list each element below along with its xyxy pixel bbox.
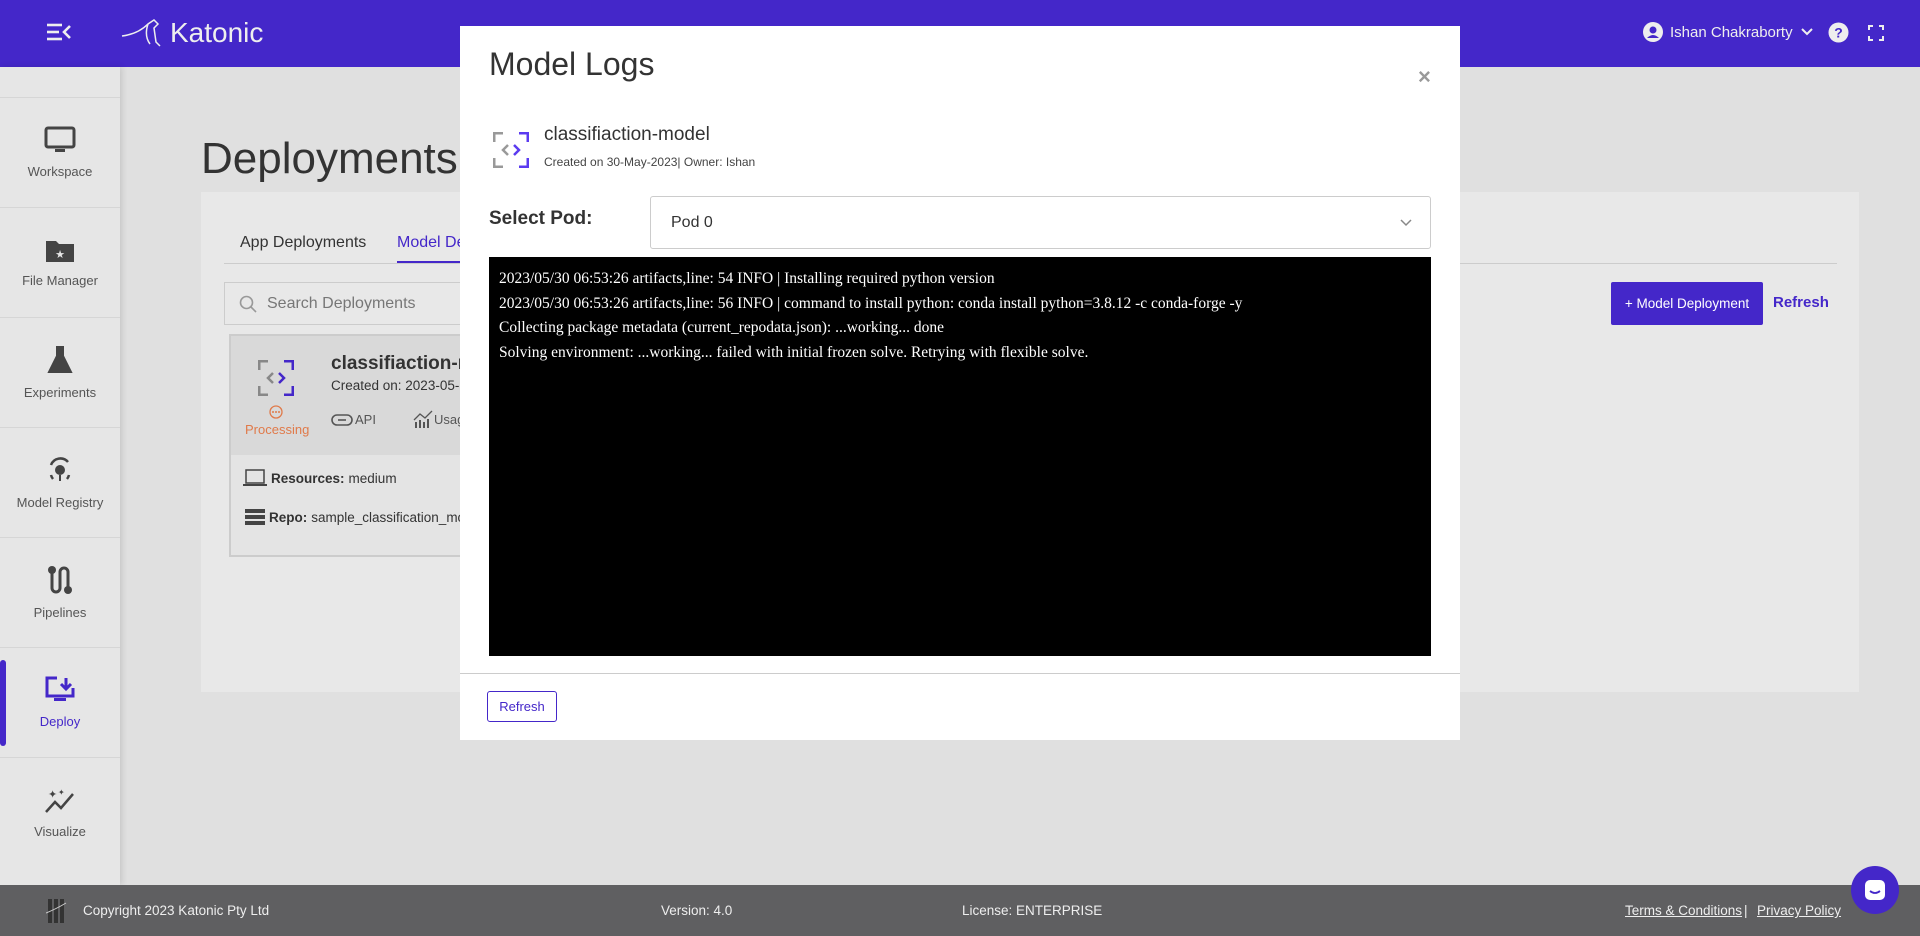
visualize-icon: ✦ ✦ xyxy=(45,788,74,813)
user-menu[interactable]: Ishan Chakraborty xyxy=(1643,22,1814,42)
modal-model-name: classifiaction-model xyxy=(544,124,710,145)
chat-button[interactable] xyxy=(1851,866,1899,914)
terms-link[interactable]: Terms & Conditions xyxy=(1625,903,1742,918)
svg-text:✦: ✦ xyxy=(58,788,65,797)
monitor-icon xyxy=(44,126,76,152)
processing-icon xyxy=(269,405,283,419)
chevron-down-icon xyxy=(1400,218,1412,226)
brand-name: Katonic xyxy=(170,17,264,48)
log-line: 2023/05/30 06:53:26 artifacts,line: 56 I… xyxy=(499,294,1243,312)
svg-text:★: ★ xyxy=(55,249,65,261)
svg-text:?: ? xyxy=(1834,25,1843,41)
sidebar-label: Deploy xyxy=(39,714,81,729)
chat-icon xyxy=(1865,880,1885,900)
chevron-down-icon xyxy=(1800,28,1813,36)
sidebar-item-experiments[interactable]: Experiments xyxy=(0,317,120,427)
api-link[interactable]: API xyxy=(331,412,376,427)
refresh-link[interactable]: Refresh xyxy=(1773,294,1829,311)
usage-chart-icon xyxy=(413,410,433,428)
card-model-name: classifiaction-model xyxy=(331,353,469,374)
model-logs-modal: Model Logs × classifiaction-model Create… xyxy=(460,26,1460,740)
log-output: 2023/05/30 06:53:26 artifacts,line: 54 I… xyxy=(489,257,1431,656)
modal-title: Model Logs xyxy=(489,46,655,82)
flask-icon xyxy=(47,346,73,373)
resources-value: medium xyxy=(348,470,397,486)
user-avatar-icon xyxy=(1643,22,1663,42)
footer: Copyright 2023 Katonic Pty Ltd Version: … xyxy=(0,885,1920,936)
modal-model-meta: Created on 30-May-2023| Owner: Ishan xyxy=(544,155,756,169)
page-title: Deployments xyxy=(201,134,458,183)
kangaroo-logo-icon xyxy=(121,19,161,47)
search-icon xyxy=(239,295,257,313)
laptop-icon xyxy=(243,469,267,486)
sidebar-label: Model Registry xyxy=(16,495,104,510)
status-badge: Processing xyxy=(245,422,310,437)
sidebar-item-visualize[interactable]: ✦ ✦ Visualize xyxy=(0,757,120,867)
sidebar-label: Pipelines xyxy=(33,605,87,620)
log-line: Collecting package metadata (current_rep… xyxy=(499,319,945,336)
fullscreen-icon[interactable] xyxy=(1868,25,1884,41)
copyright-text: Copyright 2023 Katonic Pty Ltd xyxy=(83,903,270,918)
sidebar-item-workspace[interactable]: Workspace xyxy=(0,97,120,207)
model-code-icon xyxy=(258,360,294,396)
sidebar-label: Experiments xyxy=(23,385,97,400)
select-pod-label: Select Pod: xyxy=(489,208,593,229)
pod-select[interactable]: Pod 0 xyxy=(650,196,1431,249)
sidebar-item-file-manager[interactable]: ★ File Manager xyxy=(0,207,120,317)
privacy-link[interactable]: Privacy Policy xyxy=(1757,903,1841,918)
katonic-footer-logo-icon xyxy=(46,899,67,923)
log-line: Solving environment: ...working... faile… xyxy=(499,343,1089,361)
resources-row: Resources: medium xyxy=(243,469,397,487)
link-icon xyxy=(331,413,353,426)
resources-label: Resources: xyxy=(271,470,345,486)
footer-separator: | xyxy=(1744,903,1748,918)
selected-pod: Pod 0 xyxy=(671,213,713,231)
sidebar: Workspace ★ File Manager Experiments Mode… xyxy=(0,67,120,885)
sidebar-label: Visualize xyxy=(34,824,86,839)
model-registry-icon xyxy=(49,457,71,481)
api-label: API xyxy=(355,412,376,427)
menu-collapse-icon[interactable] xyxy=(46,22,72,42)
model-code-icon xyxy=(493,132,529,168)
close-icon[interactable]: × xyxy=(1418,64,1431,90)
repo-row: Repo: sample_classification_model xyxy=(245,509,469,525)
log-line: 2023/05/30 06:53:26 artifacts,line: 54 I… xyxy=(499,270,995,287)
modal-divider xyxy=(460,673,1460,674)
search-placeholder: Search Deployments xyxy=(267,294,416,312)
sidebar-label: File Manager xyxy=(22,273,98,288)
katonic-logo[interactable]: Katonic xyxy=(120,16,263,50)
license-text: License: ENTERPRISE xyxy=(962,903,1103,918)
sidebar-label: Workspace xyxy=(27,164,93,179)
repo-value: sample_classification_model xyxy=(311,509,469,525)
version-text: Version: 4.0 xyxy=(661,903,733,918)
svg-text:✦: ✦ xyxy=(48,789,57,801)
sidebar-item-model-registry[interactable]: Model Registry xyxy=(0,427,120,537)
tab-app-deployments[interactable]: App Deployments xyxy=(240,234,366,252)
sidebar-item-deploy[interactable]: Deploy xyxy=(0,647,120,757)
sidebar-item-pipelines[interactable]: Pipelines xyxy=(0,537,120,647)
add-model-deployment-button[interactable]: + Model Deployment xyxy=(1611,282,1763,325)
server-icon xyxy=(245,509,265,525)
folder-star-icon: ★ xyxy=(46,241,74,262)
search-input[interactable]: Search Deployments xyxy=(224,282,465,325)
deploy-icon xyxy=(45,676,75,701)
pipeline-icon xyxy=(48,566,72,594)
tab-model-deployments[interactable]: Model Deployments xyxy=(397,234,460,264)
user-name: Ishan Chakraborty xyxy=(1670,23,1793,41)
deployment-card[interactable]: Processing classifiaction-model Created … xyxy=(229,334,469,557)
card-created: Created on: 2023-05-30 xyxy=(331,378,469,393)
modal-refresh-button[interactable]: Refresh xyxy=(487,691,557,722)
repo-label: Repo: xyxy=(269,509,308,525)
help-icon[interactable]: ? xyxy=(1828,22,1849,43)
